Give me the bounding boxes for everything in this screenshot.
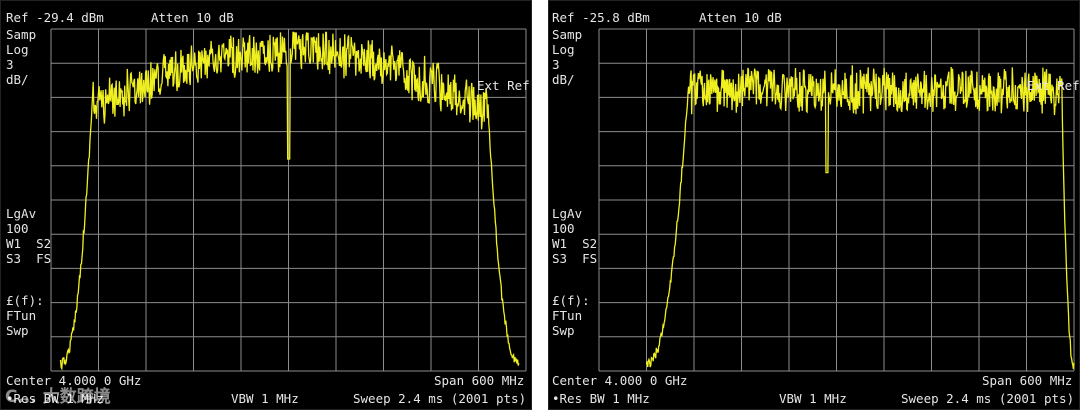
sweep: Sweep 2.4 ms (2001 pts) — [901, 391, 1075, 406]
attenuation: Atten 10 dB — [699, 10, 782, 25]
ext-ref-label: Ext Ref — [1027, 78, 1080, 93]
span: Span 600 MHz — [434, 373, 525, 388]
res-bw: •Res BW 1 MHz — [552, 391, 650, 406]
log-label: Log — [552, 42, 575, 57]
scale-value: 3 — [552, 57, 560, 72]
s3fs-label: S3 FS — [552, 251, 598, 266]
vbw: VBW 1 MHz — [779, 391, 847, 406]
s3fs-label: S3 FS — [6, 251, 52, 266]
vbw: VBW 1 MHz — [231, 391, 299, 406]
spectrum-screen-right: Ref -25.8 dBm Atten 10 dB Samp Log 3 dB/… — [548, 0, 1080, 410]
grid-right — [598, 28, 1075, 372]
samp-label: Samp — [552, 27, 583, 42]
ftun-label: FTun — [6, 308, 37, 323]
span: Span 600 MHz — [982, 373, 1073, 388]
ftun-label: FTun — [552, 308, 583, 323]
samp-label: Samp — [6, 27, 37, 42]
scale-unit: dB/ — [6, 72, 29, 87]
ref-level: Ref -29.4 dBm — [6, 10, 104, 25]
w1s2-label: W1 S2 — [552, 236, 598, 251]
scale-unit: dB/ — [552, 72, 575, 87]
ff-label: £(f): — [552, 293, 590, 308]
w1s2-label: W1 S2 — [6, 236, 52, 251]
lgav-label: LgAv — [6, 206, 37, 221]
swp-label: Swp — [552, 323, 575, 338]
spectrum-trace — [645, 65, 1075, 369]
center-freq: Center 4.000 0 GHz — [552, 373, 688, 388]
grid-left — [50, 28, 527, 372]
log-label: Log — [6, 42, 29, 57]
ff-label: £(f): — [6, 293, 44, 308]
ref-level: Ref -25.8 dBm — [552, 10, 650, 25]
watermark: C... 大数跨境 — [5, 387, 111, 407]
avg-count: 100 — [6, 221, 29, 236]
spectrum-screen-left: Ref -29.4 dBm Atten 10 dB Samp Log 3 dB/… — [0, 0, 532, 410]
swp-label: Swp — [6, 323, 29, 338]
scale-value: 3 — [6, 57, 14, 72]
avg-count: 100 — [552, 221, 575, 236]
sweep: Sweep 2.4 ms (2001 pts) — [353, 391, 527, 406]
attenuation: Atten 10 dB — [151, 10, 234, 25]
lgav-label: LgAv — [552, 206, 583, 221]
ext-ref-label: Ext Ref — [477, 78, 530, 93]
